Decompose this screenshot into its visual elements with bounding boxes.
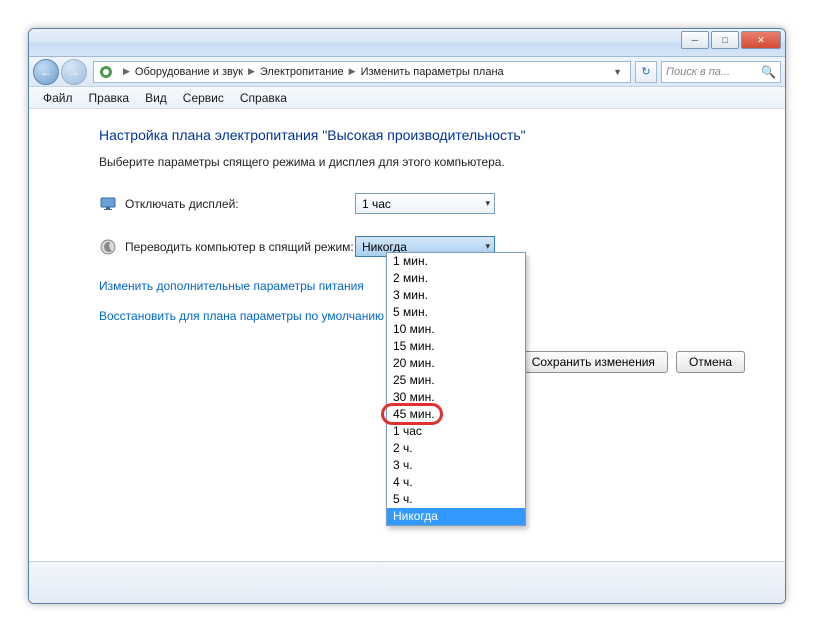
dd-option[interactable]: 4 ч. xyxy=(387,474,525,491)
breadcrumb[interactable]: ▶ Оборудование и звук ▶ Электропитание ▶… xyxy=(93,61,631,83)
page-subtitle: Выберите параметры спящего режима и дисп… xyxy=(99,155,745,169)
crumb-power[interactable]: Электропитание xyxy=(260,66,344,78)
setting-display-off: Отключать дисплей: 1 час ▾ xyxy=(99,193,745,214)
action-bar: Сохранить изменения Отмена xyxy=(519,351,745,373)
dd-option[interactable]: 3 ч. xyxy=(387,457,525,474)
close-button[interactable]: ✕ xyxy=(741,31,781,49)
search-input[interactable]: Поиск в па... 🔍 xyxy=(661,61,781,83)
search-placeholder: Поиск в па... xyxy=(666,66,730,78)
setting-label: Отключать дисплей: xyxy=(125,197,355,211)
display-timeout-combo[interactable]: 1 час ▾ xyxy=(355,193,495,214)
address-bar: ← → ▶ Оборудование и звук ▶ Электропитан… xyxy=(29,57,785,87)
menu-bar: Файл Правка Вид Сервис Справка xyxy=(29,87,785,109)
dd-option[interactable]: 20 мин. xyxy=(387,355,525,372)
moon-icon xyxy=(99,238,117,256)
minimize-button[interactable]: ─ xyxy=(681,31,709,49)
sleep-timeout-dropdown-list: 1 мин. 2 мин. 3 мин. 5 мин. 10 мин. 15 м… xyxy=(386,252,526,526)
maximize-button[interactable]: □ xyxy=(711,31,739,49)
save-button[interactable]: Сохранить изменения xyxy=(519,351,668,373)
combo-value: 1 час xyxy=(362,197,391,211)
dd-option-selected[interactable]: Никогда xyxy=(387,508,525,525)
back-button[interactable]: ← xyxy=(33,59,59,85)
titlebar: ─ □ ✕ xyxy=(29,29,785,57)
menu-help[interactable]: Справка xyxy=(232,89,295,107)
forward-button[interactable]: → xyxy=(61,59,87,85)
dd-option[interactable]: 3 мин. xyxy=(387,287,525,304)
chevron-right-icon: ▶ xyxy=(248,66,255,77)
chevron-right-icon: ▶ xyxy=(349,66,356,77)
dd-option[interactable]: 45 мин. xyxy=(387,406,525,423)
menu-file[interactable]: Файл xyxy=(35,89,81,107)
dd-option[interactable]: 5 мин. xyxy=(387,304,525,321)
crumb-edit-plan[interactable]: Изменить параметры плана xyxy=(361,66,504,78)
menu-tools[interactable]: Сервис xyxy=(175,89,232,107)
dd-option[interactable]: 1 час xyxy=(387,423,525,440)
crumb-hardware[interactable]: Оборудование и звук xyxy=(135,66,243,78)
dd-option[interactable]: 2 ч. xyxy=(387,440,525,457)
chevron-down-icon: ▾ xyxy=(485,241,490,252)
dd-option[interactable]: 2 мин. xyxy=(387,270,525,287)
refresh-button[interactable]: ↻ xyxy=(635,61,657,83)
chevron-right-icon: ▶ xyxy=(123,66,130,77)
breadcrumb-dropdown[interactable]: ▼ xyxy=(609,67,626,77)
dd-option[interactable]: 15 мин. xyxy=(387,338,525,355)
dd-option[interactable]: 25 мин. xyxy=(387,372,525,389)
dd-option[interactable]: 30 мин. xyxy=(387,389,525,406)
dd-option[interactable]: 10 мин. xyxy=(387,321,525,338)
page-title: Настройка плана электропитания "Высокая … xyxy=(99,127,745,143)
dd-option[interactable]: 1 мин. xyxy=(387,253,525,270)
search-icon: 🔍 xyxy=(761,65,776,79)
cancel-button[interactable]: Отмена xyxy=(676,351,745,373)
footer xyxy=(29,561,785,603)
menu-view[interactable]: Вид xyxy=(137,89,175,107)
menu-edit[interactable]: Правка xyxy=(81,89,138,107)
monitor-icon xyxy=(99,195,117,213)
control-panel-icon xyxy=(98,64,114,80)
dd-option[interactable]: 5 ч. xyxy=(387,491,525,508)
setting-label: Переводить компьютер в спящий режим: xyxy=(125,240,355,254)
chevron-down-icon: ▾ xyxy=(485,198,490,209)
